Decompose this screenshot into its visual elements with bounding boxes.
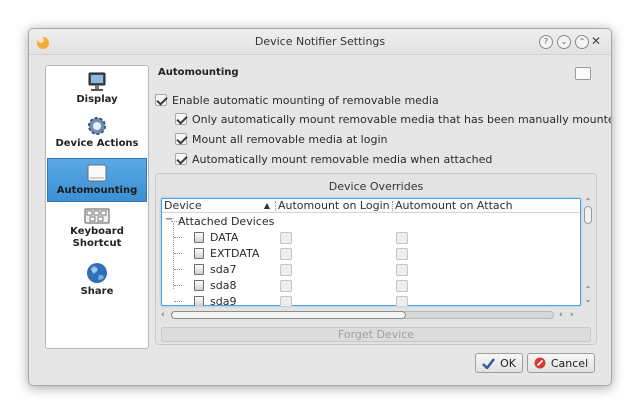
automount-attach-checkbox[interactable] xyxy=(396,232,408,244)
sidebar-item-device-actions[interactable]: Device Actions xyxy=(47,114,147,156)
drive-icon xyxy=(194,280,204,291)
drive-icon xyxy=(87,164,107,182)
device-name: DATA xyxy=(210,231,239,244)
cancel-icon xyxy=(534,357,546,369)
sidebar-item-label: Device Actions xyxy=(55,138,139,149)
sidebar-item-label: Display xyxy=(76,94,118,105)
sidebar-item-label: Keyboard xyxy=(70,226,124,237)
monitor-icon xyxy=(88,72,106,91)
device-name: sda7 xyxy=(210,263,237,276)
checkbox-label: Only automatically mount removable media… xyxy=(192,112,611,126)
scroll-up-icon[interactable]: ⌃ xyxy=(583,198,593,206)
table-row[interactable]: sda8 xyxy=(162,277,580,293)
device-name: EXTDATA xyxy=(210,247,260,260)
vertical-scrollbar[interactable]: ⌃ ⌃ ⌄ xyxy=(583,198,593,308)
checkbox[interactable] xyxy=(175,153,187,165)
sidebar-item-share[interactable]: Share xyxy=(47,260,147,304)
automount-login-checkbox[interactable] xyxy=(280,280,292,292)
checkbox[interactable] xyxy=(155,94,167,106)
automount-attach-checkbox[interactable] xyxy=(396,248,408,260)
checkbox-label: Automatically mount removable media when… xyxy=(192,152,493,166)
tree-branch-line xyxy=(174,301,182,302)
group-title: Device Overrides xyxy=(328,180,424,193)
automount-login-checkbox[interactable] xyxy=(280,232,292,244)
checkbox-label: Mount all removable media at login xyxy=(192,132,388,146)
button-label: OK xyxy=(500,356,516,370)
collapse-icon[interactable]: − xyxy=(165,214,173,225)
settings-window: Device Notifier Settings ? ⌄ ⌃ ✕ Display… xyxy=(28,28,612,386)
checkmark-icon xyxy=(482,357,496,369)
forget-device-button[interactable]: Forget Device xyxy=(161,327,591,342)
tree-group-row[interactable]: − Attached Devices xyxy=(162,213,580,229)
column-header-device[interactable]: Device ▲ xyxy=(162,199,274,213)
column-header-login[interactable]: Automount on Login xyxy=(276,199,391,213)
device-name: sda9 xyxy=(210,295,237,306)
drive-icon xyxy=(194,232,204,243)
minimize-button[interactable]: ⌄ xyxy=(557,35,571,49)
sort-ascending-icon: ▲ xyxy=(263,201,270,210)
button-label: Cancel xyxy=(550,356,589,370)
enable-automount-checkbox[interactable]: Enable automatic mounting of removable m… xyxy=(155,92,439,108)
table-row[interactable]: sda7 xyxy=(162,261,580,277)
automount-attach-checkbox[interactable] xyxy=(396,280,408,292)
checkbox[interactable] xyxy=(175,113,187,125)
device-name: sda8 xyxy=(210,279,237,292)
checkbox[interactable] xyxy=(175,133,187,145)
keyboard-icon xyxy=(84,208,110,224)
ok-button[interactable]: OK xyxy=(475,353,523,373)
help-button[interactable]: ? xyxy=(539,35,553,49)
scrollbar-thumb[interactable] xyxy=(584,206,592,224)
gear-icon xyxy=(88,117,106,135)
device-overrides-group: Device Overrides Device ▲ Automount on L… xyxy=(155,173,597,345)
window-title: Device Notifier Settings xyxy=(254,35,386,48)
drive-icon xyxy=(194,248,204,259)
drive-icon xyxy=(194,264,204,275)
mount-when-attached-checkbox[interactable]: Automatically mount removable media when… xyxy=(175,151,492,167)
sidebar-item-automounting[interactable]: Automounting xyxy=(47,158,147,202)
sidebar-item-display[interactable]: Display xyxy=(47,70,147,112)
sidebar: Display Device Actions Automounting Keyb… xyxy=(45,65,149,349)
close-button[interactable]: ✕ xyxy=(589,34,603,48)
group-label: Attached Devices xyxy=(178,215,275,228)
horizontal-scrollbar[interactable]: ‹ ‹ › xyxy=(161,310,581,320)
sidebar-item-label: Automounting xyxy=(56,185,138,196)
tree-branch-line xyxy=(174,253,182,254)
table-row[interactable]: EXTDATA xyxy=(162,245,580,261)
mount-at-login-checkbox[interactable]: Mount all removable media at login xyxy=(175,131,387,147)
maximize-button[interactable]: ⌃ xyxy=(575,35,589,49)
title-bar[interactable]: Device Notifier Settings ? ⌄ ⌃ ✕ xyxy=(29,29,611,55)
automount-attach-checkbox[interactable] xyxy=(396,296,408,306)
automount-attach-checkbox[interactable] xyxy=(396,264,408,276)
sidebar-item-keyboard-shortcut[interactable]: Keyboard Shortcut xyxy=(47,206,147,256)
column-header-attach[interactable]: Automount on Attach xyxy=(393,199,573,213)
page-title: Automounting xyxy=(158,67,239,78)
scroll-right-icon[interactable]: › xyxy=(570,310,574,320)
scroll-left-icon[interactable]: ‹ xyxy=(161,310,165,320)
device-tree[interactable]: Device ▲ Automount on Login Automount on… xyxy=(161,198,581,306)
sidebar-item-label: Shortcut xyxy=(72,238,122,249)
drive-icon xyxy=(575,67,591,80)
automount-login-checkbox[interactable] xyxy=(280,264,292,276)
cancel-button[interactable]: Cancel xyxy=(527,353,595,373)
scroll-up-icon[interactable]: ⌃ xyxy=(583,286,593,294)
globe-icon xyxy=(87,263,107,283)
only-previously-mounted-checkbox[interactable]: Only automatically mount removable media… xyxy=(175,111,611,127)
table-row[interactable]: DATA xyxy=(162,229,580,245)
table-row[interactable]: sda9 xyxy=(162,293,580,306)
automount-login-checkbox[interactable] xyxy=(280,248,292,260)
tree-branch-line xyxy=(174,269,182,270)
scroll-left-icon[interactable]: ‹ xyxy=(559,310,563,320)
drive-icon xyxy=(194,296,204,306)
automount-login-checkbox[interactable] xyxy=(280,296,292,306)
sidebar-item-label: Share xyxy=(80,286,114,297)
scrollbar-thumb[interactable] xyxy=(171,311,406,319)
tree-branch-line xyxy=(174,237,182,238)
tree-branch-line xyxy=(174,285,182,286)
scroll-down-icon[interactable]: ⌄ xyxy=(583,296,593,304)
checkbox-label: Enable automatic mounting of removable m… xyxy=(172,93,439,107)
tree-header: Device ▲ Automount on Login Automount on… xyxy=(162,199,580,213)
